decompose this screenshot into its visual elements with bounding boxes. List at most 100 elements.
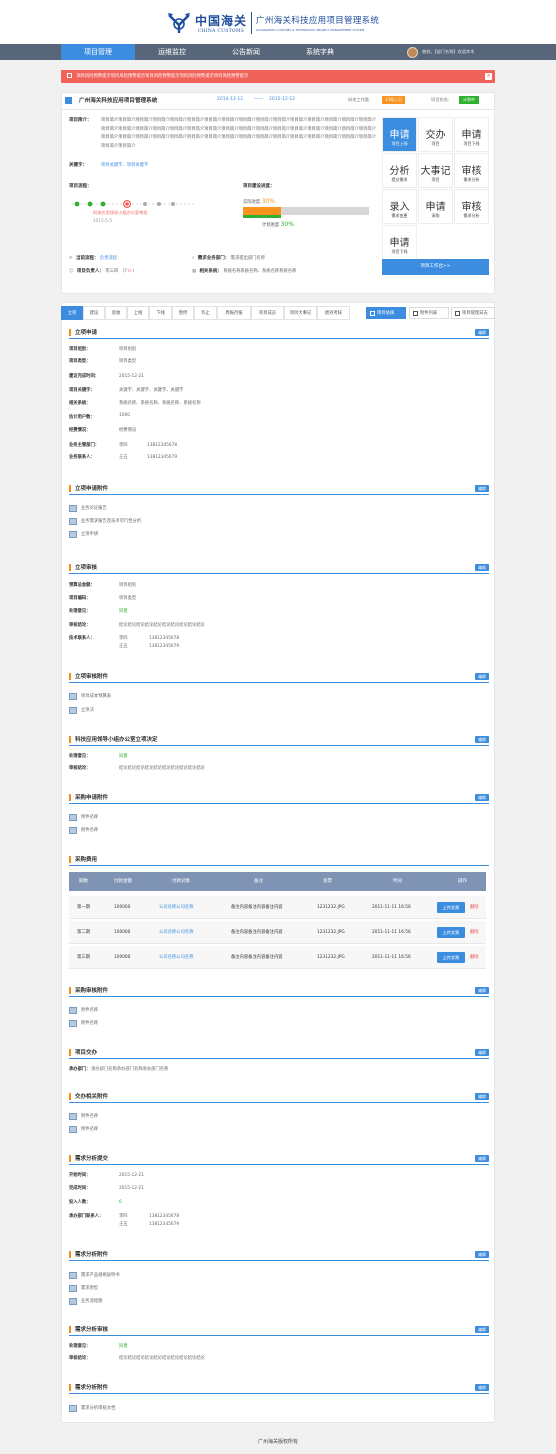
- file-icon: [69, 505, 77, 512]
- file-item[interactable]: 业务流程图: [69, 1297, 102, 1306]
- project-title: 广州海关科技应用项目管理系统: [79, 98, 158, 104]
- risk-alert: 项目风险预警提示项目风险预警提示项目风险预警提示项目风险预警提示项目风险预警提示…: [61, 70, 495, 83]
- section-purchase-review-attachments: 采购审核附件 编辑: [69, 986, 489, 997]
- detail-tabs: 立项 建设 验收 上线 下线 暂停 作止 周报月报 项目成员 项目大事记 绩效考…: [61, 306, 495, 320]
- grid-review-analysis[interactable]: 审核 需求分析: [454, 153, 489, 188]
- tab-acceptance[interactable]: 验收: [105, 306, 127, 320]
- tab-pause[interactable]: 暂停: [172, 306, 194, 320]
- intro-text: 项目简介项目简介项目简介项目简介项目简介项目简介项目简介项目简介项目简介项目简介…: [101, 118, 376, 149]
- tab-construction[interactable]: 建设: [83, 306, 105, 320]
- workload-badge: 13投入日: [382, 96, 406, 104]
- attachment-icon: [413, 311, 418, 316]
- file-icon: [69, 1126, 77, 1133]
- section-review-attachments: 立项审核附件 编辑: [69, 672, 489, 683]
- upload-invoice-button[interactable]: 上传发票: [437, 927, 465, 938]
- owner-count[interactable]: (7☏): [123, 269, 134, 274]
- edit-button[interactable]: 编辑: [475, 1326, 489, 1333]
- tab-performance[interactable]: 绩效考核: [317, 306, 350, 320]
- file-icon: [69, 1020, 77, 1027]
- grid-record-change[interactable]: 录入 需求变更: [382, 189, 417, 224]
- tab-offline[interactable]: 下线: [149, 306, 172, 320]
- company-link[interactable]: 公司名称公司名称: [159, 921, 193, 944]
- grid-apply-offline-2[interactable]: 申请 项目下线: [382, 225, 417, 260]
- action-grid: 申请 项目上线 交办 项目 申请 项目下线 分析 提交需求 大事记 项目 审核 需求分析 录…: [382, 117, 489, 260]
- nav-item-news[interactable]: 公告新闻: [209, 44, 283, 60]
- file-item[interactable]: 立项申请: [69, 530, 98, 539]
- grid-apply-purchase[interactable]: 申请 采购: [418, 189, 453, 224]
- delete-button[interactable]: 删除: [470, 896, 479, 919]
- close-icon[interactable]: ×: [485, 73, 492, 80]
- edit-button[interactable]: 编辑: [475, 1155, 489, 1162]
- edit-button[interactable]: 编辑: [475, 1251, 489, 1258]
- file-item[interactable]: 附件名称: [69, 813, 98, 822]
- edit-button[interactable]: 编辑: [475, 564, 489, 571]
- logo-cn-text: 中国海关: [195, 14, 248, 28]
- coordination-icon: [370, 311, 375, 316]
- grid-analysis[interactable]: 分析 提交需求: [382, 153, 417, 188]
- file-icon: [69, 1285, 77, 1292]
- file-item[interactable]: 需求产品规格说明书: [69, 1271, 120, 1280]
- actual-progress-fill: [243, 207, 281, 215]
- file-item[interactable]: 项目成本预算表: [69, 692, 111, 701]
- file-item[interactable]: 附件名称: [69, 1112, 98, 1121]
- file-item[interactable]: 业务论证报告: [69, 504, 107, 513]
- attachments-button[interactable]: 附件列表: [409, 307, 449, 319]
- company-link[interactable]: 公司名称公司名称: [159, 946, 193, 969]
- file-icon: [69, 1007, 77, 1014]
- edit-button[interactable]: 编辑: [475, 1049, 489, 1056]
- customs-emblem-icon: [168, 13, 190, 33]
- related-systems: ▦ 相关系统： 系统名称系统名称、系统名称系统名称: [192, 269, 297, 274]
- edit-button[interactable]: 编辑: [475, 1093, 489, 1100]
- keywords-value[interactable]: 项目关键字、项目关键字: [101, 162, 148, 168]
- company-link[interactable]: 公司名称公司名称: [159, 896, 193, 919]
- workbench-button[interactable]: 项目工作台>>: [382, 259, 489, 275]
- nav-item-monitor[interactable]: 运维监控: [135, 44, 209, 60]
- file-icon: [69, 814, 77, 821]
- grid-assign-project[interactable]: 交办 项目: [418, 117, 453, 152]
- grid-apply-online[interactable]: 申请 项目上线: [382, 117, 417, 152]
- edit-button[interactable]: 编辑: [475, 329, 489, 336]
- edit-button[interactable]: 编辑: [475, 736, 489, 743]
- tab-stop[interactable]: 作止: [194, 306, 217, 320]
- system-subtitle: GUANGZHOU CUSTOMS & TECHNOLOGY PROJECT M…: [256, 28, 365, 32]
- status-label: 项目状态：: [431, 97, 452, 102]
- upload-invoice-button[interactable]: 上传发票: [437, 952, 465, 963]
- file-item[interactable]: 需求原型: [69, 1284, 98, 1293]
- section-approval-request: 立项申请 编辑: [69, 328, 489, 339]
- user-menu[interactable]: 曾经，【部门名称】欢迎木木: [407, 46, 474, 58]
- upload-invoice-button[interactable]: 上传发票: [437, 902, 465, 913]
- nav-item-dictionary[interactable]: 系统字典: [283, 44, 357, 60]
- footer-copyright: 广州海关版权所有: [257, 1439, 298, 1445]
- tab-milestones[interactable]: 项目大事记: [284, 306, 317, 320]
- file-item[interactable]: 附件名称: [69, 1019, 98, 1028]
- tab-reports[interactable]: 周报月报: [217, 306, 251, 320]
- tab-members[interactable]: 项目成员: [251, 306, 284, 320]
- tab-online[interactable]: 上线: [127, 306, 149, 320]
- logo-divider: [251, 12, 253, 34]
- edit-button[interactable]: 编辑: [475, 485, 489, 492]
- file-item[interactable]: 需求分析审核文档: [69, 1404, 115, 1413]
- tab-approval[interactable]: 立项: [61, 306, 83, 320]
- edit-button[interactable]: 编辑: [475, 673, 489, 680]
- grid-review-analysis-2[interactable]: 审核 需求分析: [454, 189, 489, 224]
- delete-button[interactable]: 删除: [470, 921, 479, 944]
- file-icon: [69, 1272, 77, 1279]
- logo[interactable]: 中国海关 CHINA CUSTOMS 广州海关科技应用项目管理系统 GUANGZ…: [166, 10, 379, 36]
- file-icon: [69, 518, 77, 525]
- edit-button[interactable]: 编辑: [475, 987, 489, 994]
- coordination-button[interactable]: 项目协调: [366, 307, 406, 319]
- current-flow-link[interactable]: 负责流程: [100, 256, 117, 261]
- delete-button[interactable]: 删除: [470, 946, 479, 969]
- edit-button[interactable]: 编辑: [475, 794, 489, 801]
- grid-milestones[interactable]: 大事记 项目: [418, 153, 453, 188]
- file-item[interactable]: 业务需求报告及技术可行性分析: [69, 517, 141, 526]
- nav-item-project[interactable]: 项目管理: [61, 44, 135, 60]
- file-item[interactable]: 附件名称: [69, 1125, 98, 1134]
- log-button[interactable]: 项目管理日志: [451, 307, 495, 319]
- grid-apply-offline[interactable]: 申请 项目下线: [454, 117, 489, 152]
- section-assignment-attachments: 交办相关附件 编辑: [69, 1092, 489, 1103]
- edit-button[interactable]: 编辑: [475, 1384, 489, 1391]
- file-item[interactable]: 立项决: [69, 706, 94, 715]
- file-item[interactable]: 附件名称: [69, 1006, 98, 1015]
- file-item[interactable]: 附件名称: [69, 826, 98, 835]
